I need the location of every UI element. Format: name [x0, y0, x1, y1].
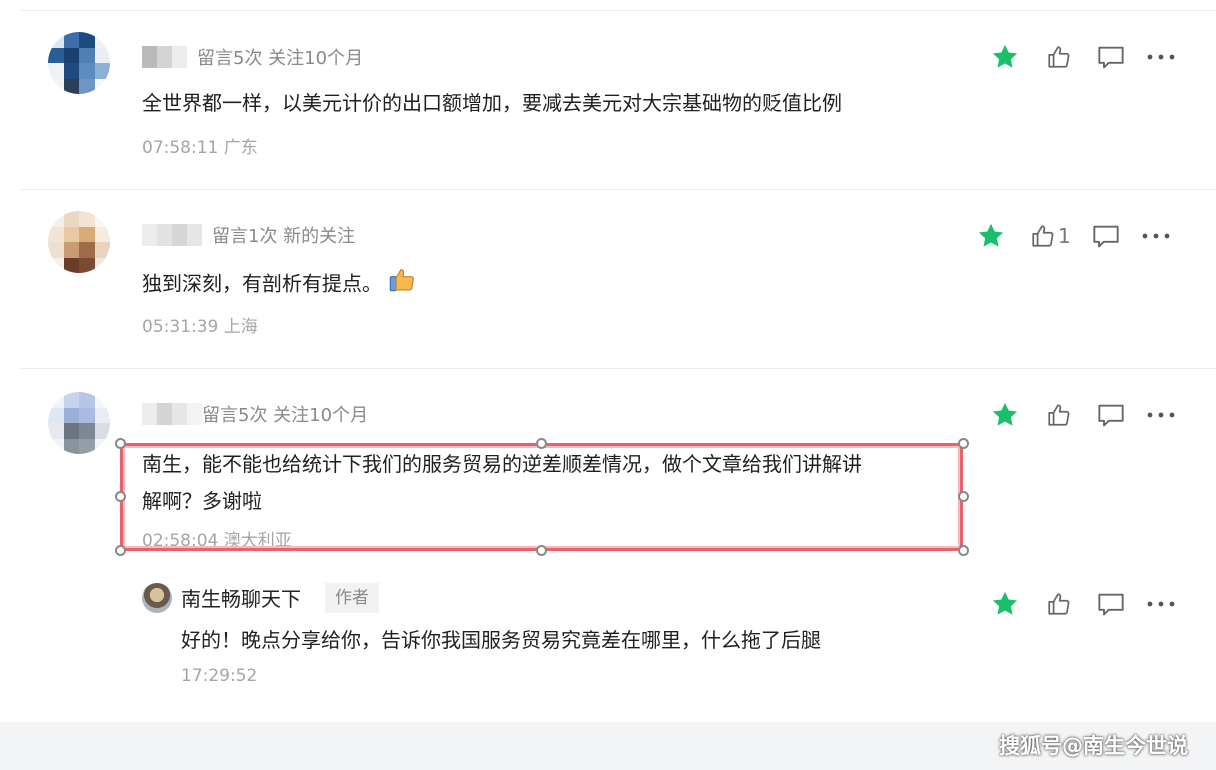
- reply-text: 好的！晚点分享给你，告诉你我国服务贸易究竟差在哪里，什么拖了后腿: [181, 628, 821, 652]
- like-count: 1: [1058, 224, 1071, 248]
- resize-handle[interactable]: [958, 438, 969, 449]
- star-icon[interactable]: [988, 41, 1022, 73]
- thumbs-up-icon[interactable]: [1044, 588, 1074, 620]
- like-button[interactable]: 1: [1030, 220, 1071, 252]
- star-icon[interactable]: [988, 588, 1022, 620]
- author-name[interactable]: 南生畅聊天下: [181, 583, 301, 612]
- more-icon[interactable]: [1144, 41, 1178, 73]
- thumbs-up-icon: [1032, 225, 1054, 247]
- comment-meta: 留言5次 关注10个月: [202, 405, 369, 426]
- resize-handle[interactable]: [115, 545, 126, 556]
- more-icon[interactable]: [1144, 588, 1178, 620]
- divider: [20, 189, 1216, 190]
- username-blurred[interactable]: [142, 403, 202, 425]
- star-icon[interactable]: [974, 220, 1008, 252]
- comment-icon[interactable]: [1096, 588, 1126, 620]
- comment-text-content: 独到深刻，有剖析有提点。: [142, 271, 382, 296]
- comment-text: 全世界都一样，以美元计价的出口额增加，要减去美元对大宗基础物的贬值比例: [142, 91, 842, 115]
- comment-icon[interactable]: [1096, 41, 1126, 73]
- comment-actions: 1: [974, 220, 1173, 252]
- thumbs-up-icon[interactable]: [1044, 41, 1074, 73]
- selection-box[interactable]: [120, 443, 963, 551]
- thumbs-up-emoji: [388, 265, 416, 305]
- username-blurred[interactable]: [142, 46, 187, 68]
- comment-icon[interactable]: [1091, 220, 1121, 252]
- thumbs-up-icon[interactable]: [1044, 399, 1074, 431]
- watermark: 搜狐号@南生今世说: [999, 734, 1188, 758]
- avatar[interactable]: [48, 32, 110, 94]
- author-badge: 作者: [325, 583, 379, 613]
- reply-time: 17:29:52: [181, 666, 258, 686]
- divider: [20, 10, 1216, 11]
- comment-icon[interactable]: [1096, 399, 1126, 431]
- avatar[interactable]: [48, 392, 110, 454]
- reply-actions: [988, 588, 1178, 620]
- avatar[interactable]: [48, 211, 110, 273]
- divider: [20, 368, 1216, 369]
- comment-actions: [988, 41, 1178, 73]
- resize-handle[interactable]: [115, 438, 126, 449]
- resize-handle[interactable]: [536, 438, 547, 449]
- comment-meta-row: 留言5次 关注10个月: [142, 44, 363, 70]
- comment-time: 07:58:11 广东: [142, 138, 258, 158]
- resize-handle[interactable]: [958, 545, 969, 556]
- author-avatar[interactable]: [142, 583, 172, 613]
- star-icon[interactable]: [988, 399, 1022, 431]
- more-icon[interactable]: [1144, 399, 1178, 431]
- resize-handle[interactable]: [115, 491, 126, 502]
- comment-meta-row: 留言5次 关注10个月: [142, 401, 368, 427]
- comment-meta: 留言1次 新的关注: [212, 226, 356, 247]
- more-icon[interactable]: [1139, 220, 1173, 252]
- comment-meta: 留言5次 关注10个月: [197, 48, 364, 69]
- comment-meta-row: 留言1次 新的关注: [142, 222, 355, 248]
- resize-handle[interactable]: [958, 491, 969, 502]
- comment-time: 05:31:39 上海: [142, 317, 258, 337]
- comment-text: 独到深刻，有剖析有提点。: [142, 265, 416, 305]
- resize-handle[interactable]: [536, 545, 547, 556]
- username-blurred[interactable]: [142, 224, 202, 246]
- comment-actions: [988, 399, 1178, 431]
